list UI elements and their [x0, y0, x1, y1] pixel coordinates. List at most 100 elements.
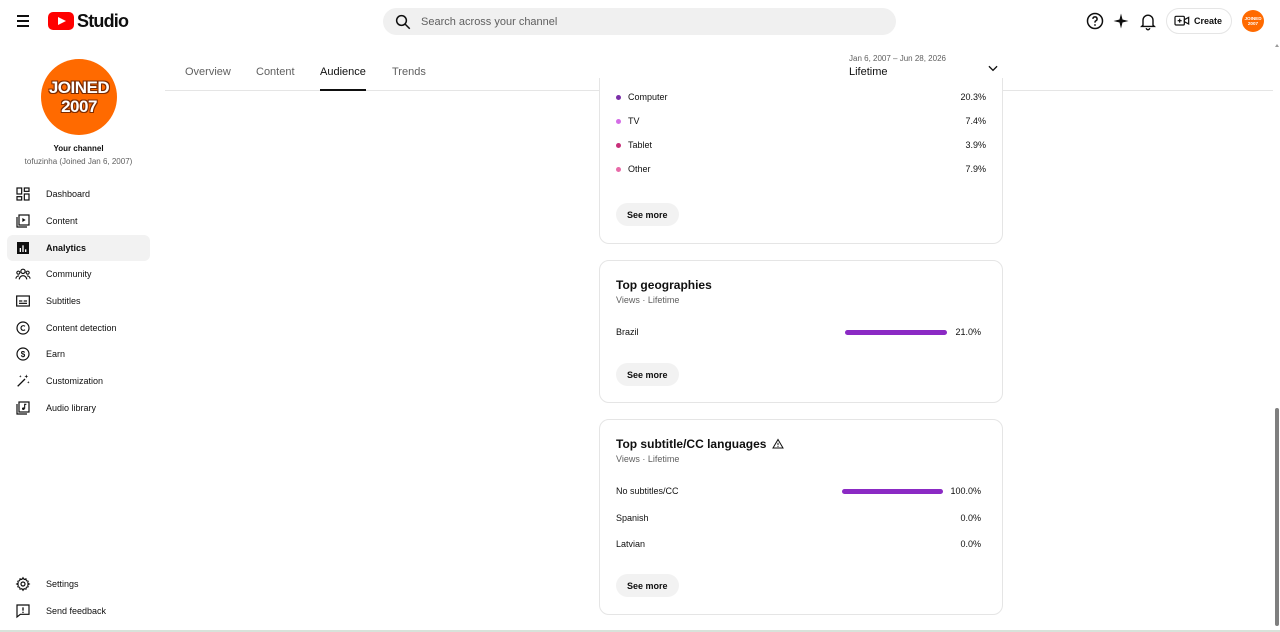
- menu-icon[interactable]: [14, 11, 34, 31]
- language-value: 0.0%: [960, 539, 981, 549]
- card-subtitle: Views · Lifetime: [616, 454, 680, 464]
- sidebar-item-label: Content: [46, 216, 78, 226]
- sidebar-item-earn[interactable]: $ Earn: [7, 341, 150, 367]
- see-more-button[interactable]: See more: [616, 363, 679, 386]
- search-input[interactable]: [421, 15, 861, 28]
- language-row: Spanish 0.0%: [616, 511, 988, 525]
- sidebar-item-label: Customization: [46, 376, 104, 386]
- geography-bar: [845, 329, 947, 335]
- language-label: Latvian: [616, 539, 646, 549]
- sidebar-item-settings[interactable]: Settings: [7, 571, 150, 597]
- sparkle-icon[interactable]: [1111, 11, 1131, 31]
- language-label: No subtitles/CC: [616, 486, 679, 496]
- legend-row: Other 7.9%: [616, 162, 988, 176]
- feedback-icon: [16, 604, 30, 619]
- channel-subtitle: tofuzinha (Joined Jan 6, 2007): [24, 157, 133, 166]
- language-row: No subtitles/CC 100.0%: [616, 484, 988, 498]
- warning-icon[interactable]: [772, 438, 785, 450]
- legend-dot: [616, 142, 621, 148]
- legend-label: TV: [628, 116, 640, 126]
- sidebar-item-community[interactable]: Community: [7, 261, 150, 287]
- legend-row: Computer 20.3%: [616, 90, 988, 104]
- channel-avatar[interactable]: JOINED 2007: [41, 59, 117, 135]
- video-add-icon: [1174, 15, 1190, 26]
- card-title-text: Top geographies: [616, 278, 712, 292]
- tab-content[interactable]: Content: [256, 66, 295, 91]
- sidebar-item-content-detection[interactable]: Content detection: [7, 315, 150, 341]
- legend-value: 7.9%: [965, 164, 986, 174]
- youtube-play-icon: [48, 12, 74, 30]
- scroll-up-arrow[interactable]: [1275, 44, 1279, 47]
- sidebar-item-audio-library[interactable]: Audio library: [7, 395, 150, 421]
- legend-dot: [616, 118, 621, 124]
- geography-label: Brazil: [616, 327, 639, 337]
- studio-logo-text: Studio: [77, 10, 129, 31]
- sidebar-item-analytics[interactable]: Analytics: [7, 235, 150, 261]
- legend-label: Computer: [628, 92, 668, 102]
- see-more-button[interactable]: See more: [616, 574, 679, 597]
- legend-row: TV 7.4%: [616, 114, 988, 128]
- search-bar[interactable]: [383, 8, 896, 35]
- sidebar-item-label: Audio library: [46, 403, 97, 413]
- sidebar-item-label: Settings: [46, 579, 79, 589]
- language-value: 100.0%: [950, 486, 981, 496]
- language-label: Spanish: [616, 513, 649, 523]
- gear-icon: [15, 576, 31, 592]
- create-button[interactable]: Create: [1166, 8, 1232, 34]
- date-range-label: Lifetime: [849, 66, 888, 78]
- sidebar: JOINED 2007 Your channel tofuzinha (Join…: [0, 42, 157, 632]
- card-title-text: Top subtitle/CC languages: [616, 437, 767, 451]
- top-subtitle-languages-card: Top subtitle/CC languages Views · Lifeti…: [599, 419, 1003, 615]
- language-row: Latvian 0.0%: [616, 537, 988, 551]
- sidebar-item-send-feedback[interactable]: Send feedback: [7, 598, 150, 624]
- community-icon: [15, 268, 31, 280]
- sidebar-item-label: Community: [46, 269, 92, 279]
- subtitles-icon: [16, 295, 30, 307]
- see-more-button[interactable]: See more: [616, 203, 679, 226]
- sidebar-item-label: Dashboard: [46, 189, 91, 199]
- language-bar: [842, 488, 943, 494]
- device-type-card: Computer 20.3% TV 7.4% Tablet 3.9% Other…: [599, 78, 1003, 244]
- sidebar-item-customization[interactable]: Customization: [7, 368, 150, 394]
- tab-overview[interactable]: Overview: [185, 66, 231, 91]
- legend-value: 20.3%: [960, 92, 986, 102]
- sidebar-item-label: Send feedback: [46, 606, 107, 616]
- language-value: 0.0%: [960, 513, 981, 523]
- dollar-icon: $: [16, 347, 30, 361]
- legend-value: 7.4%: [965, 116, 986, 126]
- notifications-bell-icon[interactable]: [1138, 11, 1158, 31]
- content-icon: [16, 214, 30, 228]
- channel-avatar-line-1: JOINED: [48, 78, 110, 97]
- card-title: Top subtitle/CC languages: [616, 437, 785, 451]
- tab-trends[interactable]: Trends: [392, 66, 426, 91]
- magic-wand-icon: [17, 374, 30, 387]
- date-range-dates: Jan 6, 2007 – Jun 28, 2026: [849, 54, 946, 63]
- sidebar-item-label: Content detection: [46, 323, 117, 333]
- top-geographies-card: Top geographies Views · Lifetime Brazil …: [599, 260, 1003, 403]
- tab-audience[interactable]: Audience: [320, 66, 366, 91]
- sidebar-item-label: Analytics: [46, 243, 87, 253]
- channel-avatar-line-2: 2007: [61, 97, 97, 116]
- scrollbar-thumb[interactable]: [1275, 408, 1279, 626]
- legend-row: Tablet 3.9%: [616, 138, 988, 152]
- search-icon: [395, 14, 411, 29]
- dashboard-icon: [16, 187, 30, 201]
- legend-dot: [616, 166, 621, 172]
- help-icon[interactable]: [1085, 11, 1105, 31]
- audio-library-icon: [16, 401, 30, 415]
- sidebar-item-content[interactable]: Content: [7, 208, 150, 234]
- geography-row: Brazil 21.0%: [616, 325, 988, 339]
- geography-value: 21.0%: [955, 327, 981, 337]
- card-title: Top geographies: [616, 278, 712, 292]
- sidebar-item-subtitles[interactable]: Subtitles: [7, 288, 150, 314]
- sidebar-item-label: Earn: [46, 349, 66, 359]
- studio-logo[interactable]: Studio: [48, 10, 129, 31]
- analytics-icon: [17, 242, 29, 254]
- account-avatar[interactable]: JOINED 2007: [1242, 10, 1264, 32]
- card-subtitle: Views · Lifetime: [616, 295, 680, 305]
- sidebar-item-label: Subtitles: [46, 296, 81, 306]
- chevron-down-icon: [988, 65, 998, 72]
- channel-title: Your channel: [53, 144, 104, 153]
- sidebar-item-dashboard[interactable]: Dashboard: [7, 181, 150, 207]
- legend-dot: [616, 94, 621, 100]
